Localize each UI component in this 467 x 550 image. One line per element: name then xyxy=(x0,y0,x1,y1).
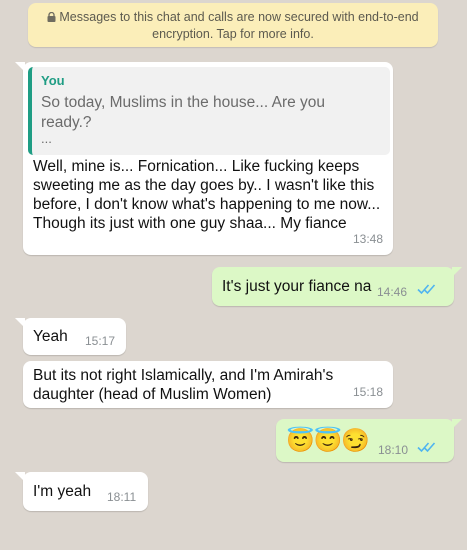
message-text: Well, mine is... Fornication... Like fuc… xyxy=(33,157,380,233)
message-text-line: But its not right Islamically, and I'm A… xyxy=(33,367,334,384)
encryption-notice[interactable]: Messages to this chat and calls are now … xyxy=(28,3,438,47)
lock-icon xyxy=(47,10,56,26)
outgoing-message[interactable]: It's just your fiance na 14:46 xyxy=(212,267,462,306)
message-timestamp: 15:18 xyxy=(352,385,383,399)
message-text: It's just your fiance na xyxy=(222,278,372,295)
incoming-message-with-quote[interactable]: You So today, Muslims in the house... Ar… xyxy=(15,62,393,255)
message-text: But its not right Islamically, and I'm A… xyxy=(33,366,333,404)
incoming-message[interactable]: Yeah 15:17 xyxy=(15,318,126,355)
message-timestamp: 13:48 xyxy=(352,232,383,246)
incoming-message[interactable]: But its not right Islamically, and I'm A… xyxy=(23,361,393,408)
double-check-read-icon xyxy=(417,281,437,300)
message-timestamp: 15:17 xyxy=(85,334,116,348)
message-text-line: Well, mine is... Fornication... Like fuc… xyxy=(33,158,360,175)
message-text-line: sweeting me as the day goes by.. I wasn'… xyxy=(33,177,375,194)
message-text-line: Though its just with one guy shaa... My … xyxy=(33,215,347,232)
double-check-read-icon xyxy=(417,439,437,458)
outgoing-emoji-message[interactable]: 😇😇😏 18:10 xyxy=(276,419,462,462)
quoted-text-ellipsis: ... xyxy=(41,131,52,146)
message-text-line: before, I don't know what's happening to… xyxy=(33,196,381,213)
emoji-text: 😇😇😏 xyxy=(286,427,370,453)
encryption-notice-line-1: Messages to this chat and calls are now … xyxy=(28,9,438,26)
message-text: I'm yeah xyxy=(33,483,92,500)
message-text-line: daughter (head of Muslim Women) xyxy=(33,386,272,403)
quoted-text-line-2: ready.? xyxy=(41,114,92,131)
quoted-message[interactable]: You So today, Muslims in the house... Ar… xyxy=(28,67,390,155)
incoming-message[interactable]: I'm yeah 18:11 xyxy=(15,472,148,511)
encryption-notice-line-2: encryption. Tap for more info. xyxy=(152,27,314,41)
message-timestamp: 18:10 xyxy=(378,443,409,457)
message-timestamp: 14:46 xyxy=(377,285,408,299)
message-timestamp: 18:11 xyxy=(107,490,137,504)
quoted-author: You xyxy=(41,73,65,88)
message-text: Yeah xyxy=(33,328,68,345)
quoted-text-line-1: So today, Muslims in the house... Are yo… xyxy=(41,94,326,111)
